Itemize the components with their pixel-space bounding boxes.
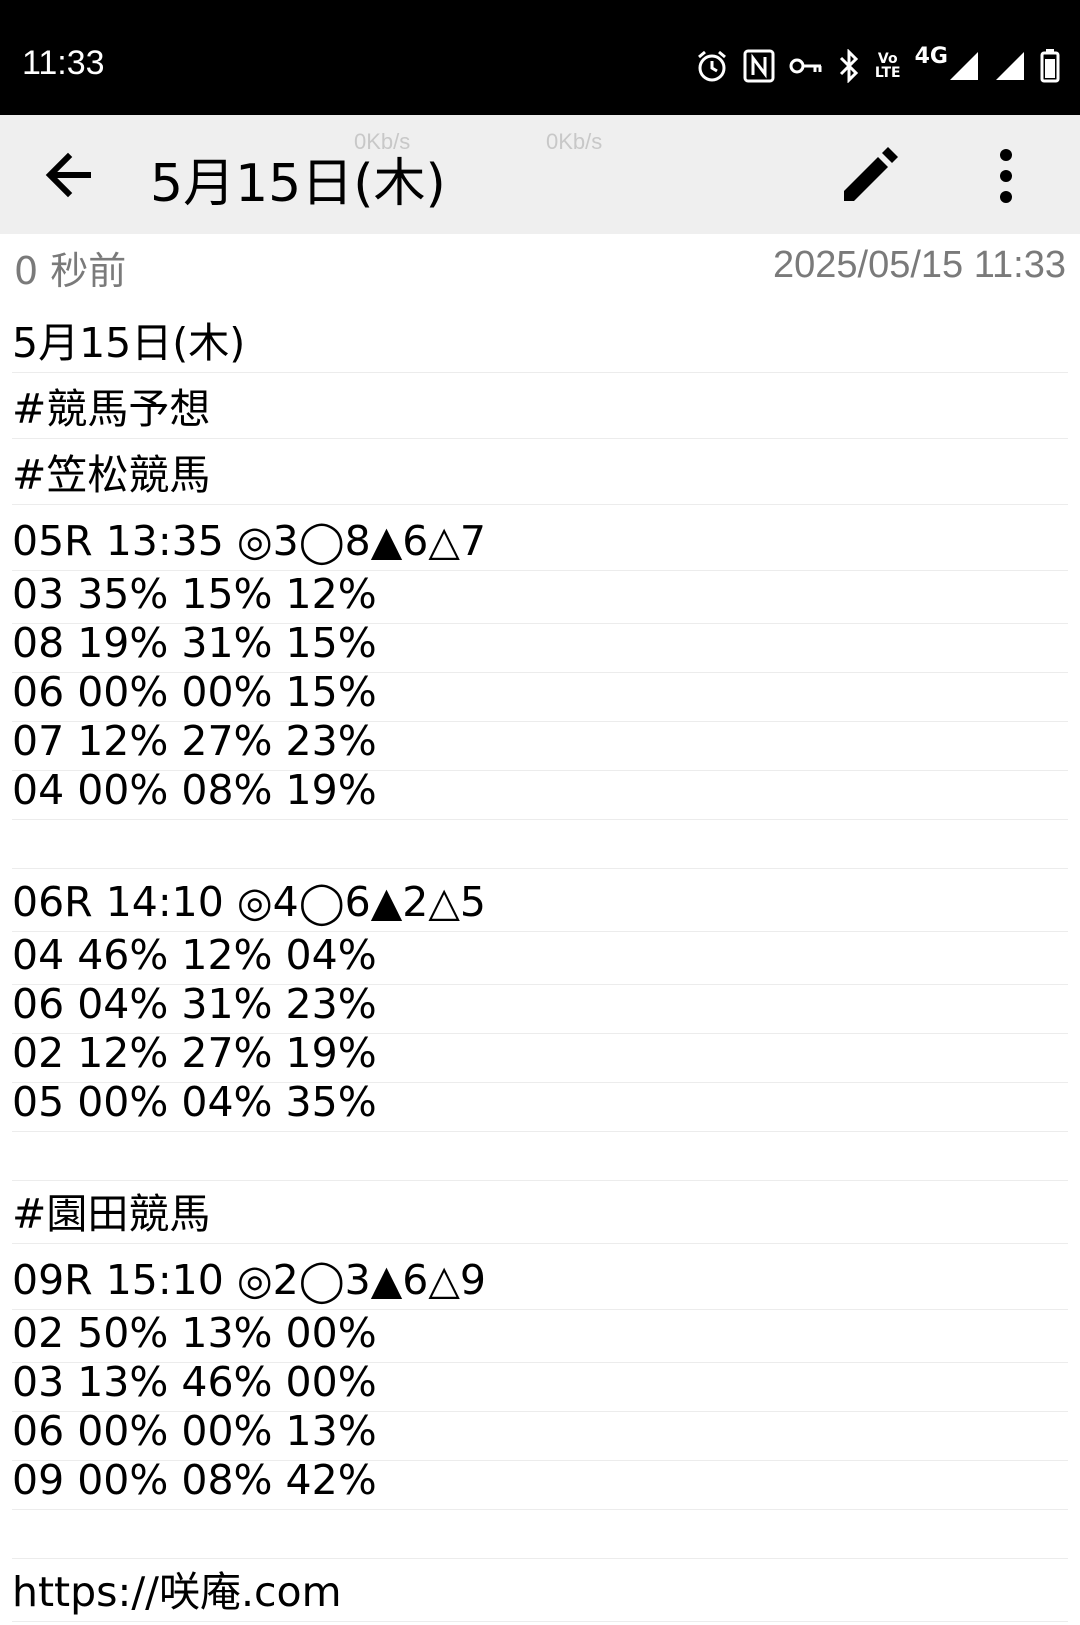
- status-time: 11:33: [22, 44, 105, 82]
- note-line: #笠松競馬: [12, 439, 1068, 505]
- note-line: [12, 1510, 1068, 1559]
- status-bar: 11:33 Vo LTE 4G: [0, 0, 1080, 115]
- note-line: #園田競馬: [12, 1181, 1068, 1244]
- note-line: 03 13% 46% 00%: [12, 1363, 1068, 1412]
- note-line: 09R 15:10 ◎2◯3▲6△9: [12, 1244, 1068, 1310]
- signal-icon: [994, 50, 1026, 82]
- alarm-icon: [695, 49, 729, 83]
- note-line: 09 00% 08% 42%: [12, 1461, 1068, 1510]
- vpn-key-icon: [789, 55, 823, 77]
- note-line: 07 12% 27% 23%: [12, 722, 1068, 771]
- note-line: 06 00% 00% 13%: [12, 1412, 1068, 1461]
- edit-pencil-icon[interactable]: [838, 145, 900, 207]
- bluetooth-icon: [837, 49, 861, 83]
- note-line: [12, 820, 1068, 869]
- note-line: 04 46% 12% 04%: [12, 932, 1068, 985]
- note-link[interactable]: https://咲庵.com: [12, 1559, 1068, 1622]
- note-line: 06 04% 31% 23%: [12, 985, 1068, 1034]
- note-line: 03 35% 15% 12%: [12, 571, 1068, 624]
- note-line: 06 00% 00% 15%: [12, 673, 1068, 722]
- timestamp: 2025/05/15 11:33: [772, 244, 1066, 286]
- note-body[interactable]: 5月15日(木) #競馬予想 #笠松競馬 05R 13:35 ◎3◯8▲6△7 …: [12, 310, 1068, 1622]
- more-vert-icon[interactable]: [986, 145, 1026, 207]
- note-line: 02 12% 27% 19%: [12, 1034, 1068, 1083]
- net-speed-right: 0Kb/s: [546, 129, 603, 154]
- relative-time: 0 秒前: [14, 249, 127, 293]
- battery-icon: [1040, 49, 1060, 83]
- app-bar: 5月15日(木) 0Kb/s 0Kb/s: [0, 115, 1080, 234]
- note-line: [12, 1132, 1068, 1181]
- back-arrow-icon[interactable]: [40, 147, 96, 203]
- status-icons: Vo LTE 4G: [695, 44, 1060, 88]
- note-line: 02 50% 13% 00%: [12, 1310, 1068, 1363]
- note-line: 05R 13:35 ◎3◯8▲6△7: [12, 505, 1068, 571]
- nfc-icon: [743, 49, 775, 83]
- note-line: 06R 14:10 ◎4◯6▲2△5: [12, 869, 1068, 932]
- note-line: 04 00% 08% 19%: [12, 771, 1068, 820]
- note-line: #競馬予想: [12, 373, 1068, 439]
- note-line: 5月15日(木): [12, 310, 1068, 373]
- note-line: 08 19% 31% 15%: [12, 624, 1068, 673]
- note-line: 05 00% 04% 35%: [12, 1083, 1068, 1132]
- volte-icon: Vo LTE: [874, 51, 901, 81]
- 4g-signal-icon: 4G: [915, 44, 980, 82]
- net-speed-left: 0Kb/s: [354, 129, 411, 154]
